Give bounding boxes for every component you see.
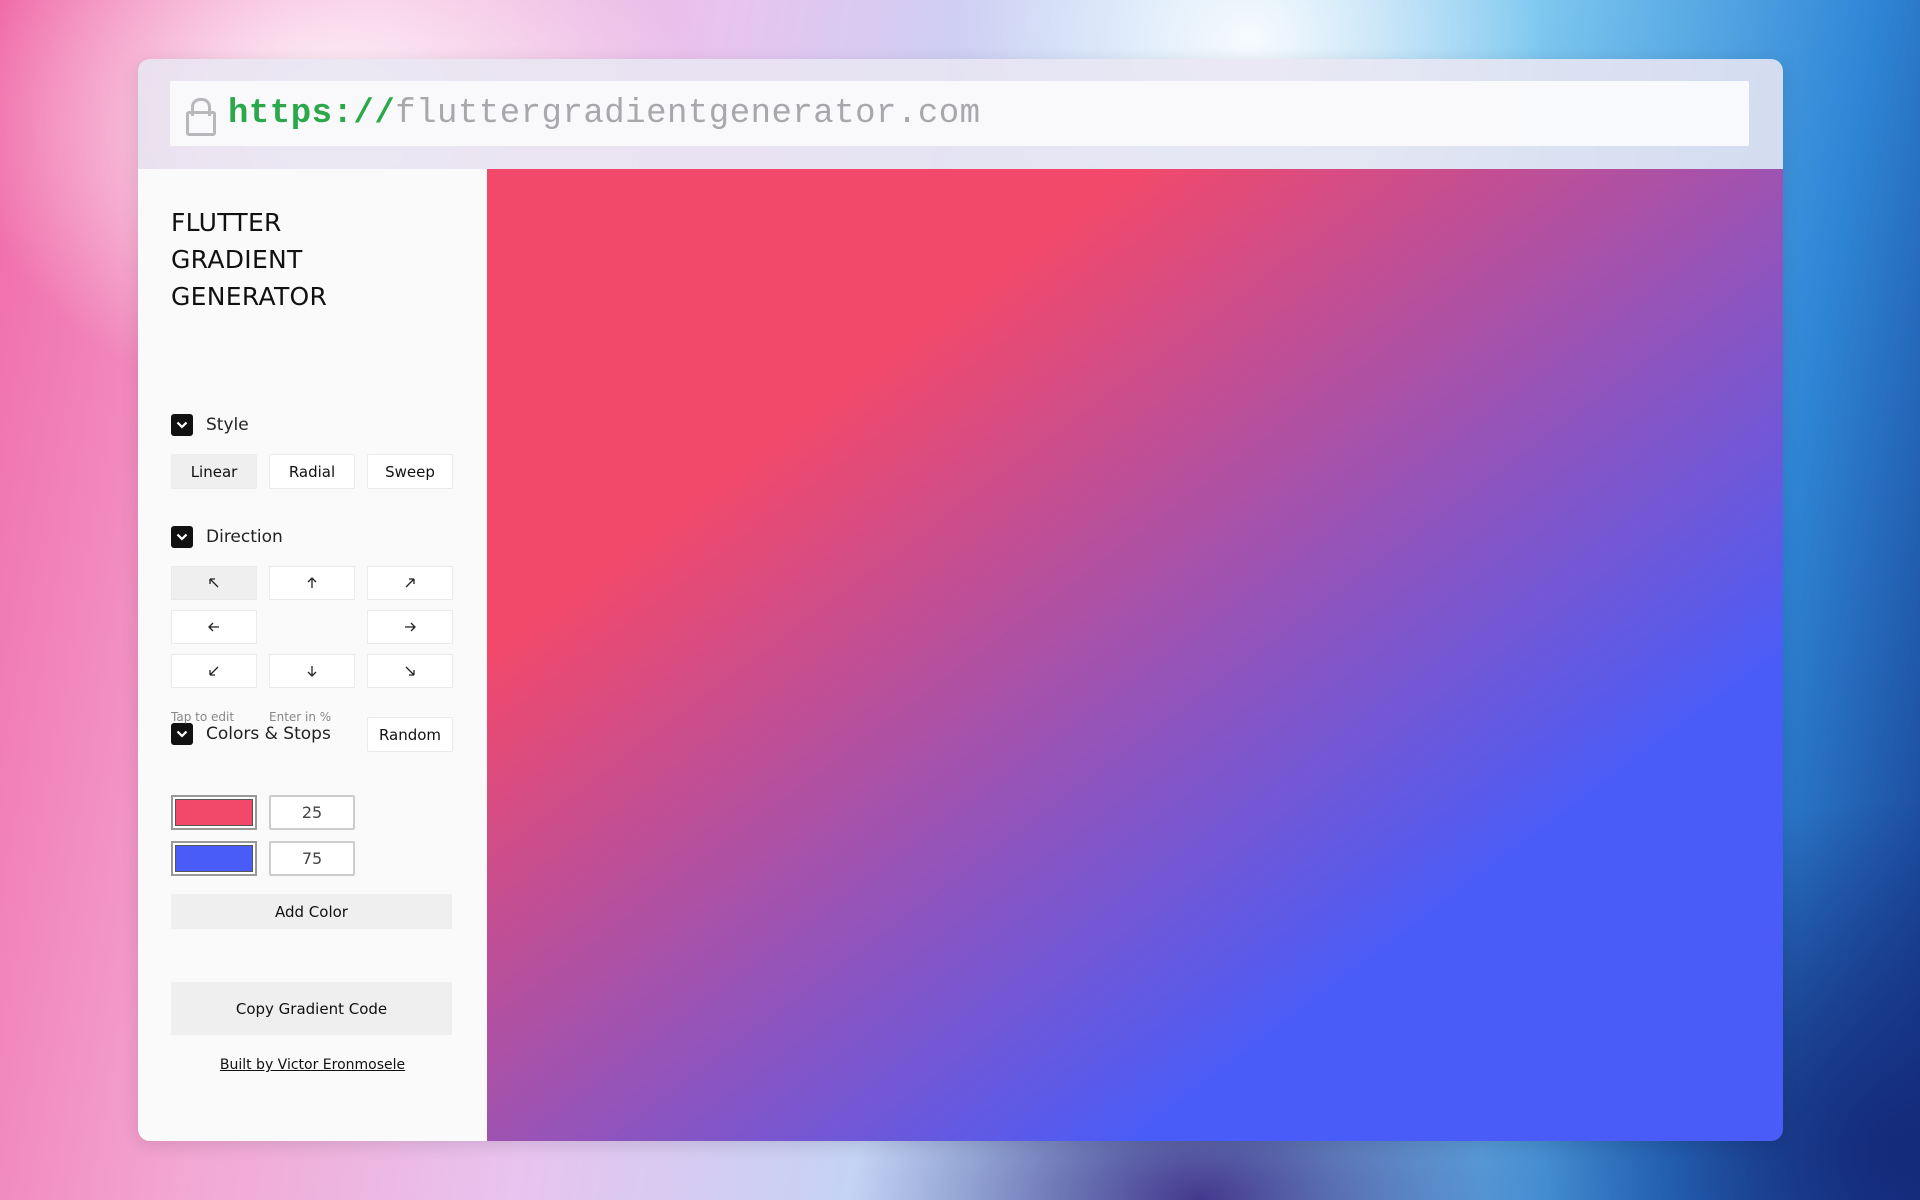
address-bar[interactable]: https://fluttergradientgenerator.com	[170, 81, 1749, 146]
color-hint: Tap to edit	[171, 710, 235, 724]
direction-top-button[interactable]	[269, 566, 355, 600]
stop-input[interactable]	[269, 795, 355, 830]
arrow-right-icon	[405, 622, 416, 632]
chevron-down-icon[interactable]	[171, 414, 193, 436]
arrow-up-right-icon	[405, 578, 415, 588]
random-button[interactable]: Random	[367, 717, 453, 752]
colors-section-header[interactable]: Colors & Stops	[171, 723, 331, 745]
arrow-down-left-icon	[209, 666, 219, 676]
desktop-background: https://fluttergradientgenerator.com FLU…	[0, 0, 1920, 1200]
direction-top-left-button[interactable]	[171, 566, 257, 600]
style-sweep-button[interactable]: Sweep	[367, 454, 453, 489]
style-section-header[interactable]: Style	[171, 414, 249, 436]
app-title-line: GENERATOR	[171, 282, 328, 311]
stop-hint: Enter in %	[269, 710, 332, 724]
style-section-label: Style	[206, 415, 249, 435]
color-swatch[interactable]	[171, 841, 257, 876]
browser-toolbar: https://fluttergradientgenerator.com	[138, 59, 1783, 169]
color-swatch-fill	[175, 799, 253, 826]
app-title-line: GRADIENT	[171, 245, 303, 274]
direction-bottom-right-button[interactable]	[367, 654, 453, 688]
url-text: https://fluttergradientgenerator.com	[228, 95, 981, 133]
arrow-down-icon	[307, 666, 317, 677]
arrow-down-right-icon	[405, 666, 415, 676]
app-title-line: FLUTTER	[171, 208, 282, 237]
color-swatch[interactable]	[171, 795, 257, 830]
arrow-up-left-icon	[209, 578, 219, 588]
style-linear-button[interactable]: Linear	[171, 454, 257, 489]
add-color-button[interactable]: Add Color	[171, 894, 452, 929]
arrow-left-icon	[208, 622, 219, 632]
app-title: FLUTTER GRADIENT GENERATOR	[171, 204, 471, 315]
color-swatch-fill	[175, 845, 253, 872]
direction-right-button[interactable]	[367, 610, 453, 644]
lock-icon	[184, 96, 216, 136]
arrow-up-icon	[307, 577, 317, 588]
direction-bottom-left-button[interactable]	[171, 654, 257, 688]
direction-bottom-button[interactable]	[269, 654, 355, 688]
direction-top-right-button[interactable]	[367, 566, 453, 600]
browser-window: https://fluttergradientgenerator.com FLU…	[138, 59, 1783, 1141]
direction-left-button[interactable]	[171, 610, 257, 644]
url-host: fluttergradientgenerator.com	[395, 94, 981, 133]
sidebar: FLUTTER GRADIENT GENERATOR Style Linear …	[138, 169, 487, 1141]
stop-input[interactable]	[269, 841, 355, 876]
style-radial-button[interactable]: Radial	[269, 454, 355, 489]
url-scheme: https://	[228, 94, 396, 133]
direction-section-label: Direction	[206, 527, 283, 547]
direction-section-header[interactable]: Direction	[171, 526, 283, 548]
colors-section-label: Colors & Stops	[206, 724, 331, 744]
gradient-preview	[487, 169, 1783, 1141]
chevron-down-icon[interactable]	[171, 723, 193, 745]
author-credit-link[interactable]: Built by Victor Eronmosele	[138, 1057, 487, 1073]
chevron-down-icon[interactable]	[171, 526, 193, 548]
copy-gradient-code-button[interactable]: Copy Gradient Code	[171, 982, 452, 1035]
